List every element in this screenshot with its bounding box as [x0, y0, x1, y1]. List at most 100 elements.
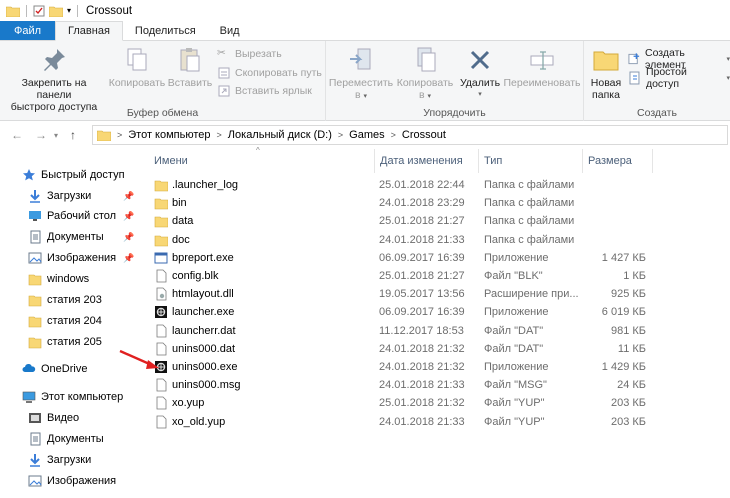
computer-icon [22, 391, 36, 403]
pin-icon[interactable]: 📌 [123, 211, 134, 222]
nav-item-statia-203[interactable]: статия 203 [28, 290, 102, 310]
forward-arrow-icon[interactable]: → [32, 128, 50, 142]
folder-icon [28, 337, 42, 349]
breadcrumb-games[interactable]: Games [349, 129, 384, 141]
nav-pc-documents[interactable]: Документы [28, 429, 104, 449]
table-row[interactable]: unins000.dat 24.01.2018 21:32 Файл "DAT" 11… [142, 340, 730, 358]
breadcrumb-drive[interactable]: Локальный диск (D:) [228, 129, 332, 141]
column-header-date[interactable]: Дата изменения [380, 149, 480, 173]
copy-path-button[interactable]: Скопировать путь [217, 66, 322, 80]
nav-pc-pictures[interactable]: Изображения [28, 471, 116, 491]
table-row[interactable]: launcherr.dat 11.12.2017 18:53 Файл "DAT" 9… [142, 322, 730, 340]
column-divider[interactable] [582, 149, 583, 173]
rename-icon [530, 51, 554, 70]
file-type: Файл "MSG" [484, 379, 547, 392]
breadcrumb-chevron-icon[interactable]: > [117, 130, 122, 140]
file-icon [156, 324, 167, 338]
folder-icon [154, 235, 168, 246]
tab-share[interactable]: Поделиться [123, 21, 208, 40]
column-divider[interactable] [652, 149, 653, 173]
table-row[interactable]: xo.yup 25.01.2018 21:32 Файл "YUP" 203 КБ [142, 394, 730, 412]
nav-quick-access[interactable]: Быстрый доступ [22, 165, 125, 185]
delete-button[interactable]: Удалить ▾ [458, 45, 502, 101]
tab-home[interactable]: Главная [55, 21, 123, 41]
file-name: bpreport.exe [172, 251, 234, 264]
nav-onedrive[interactable]: OneDrive [22, 359, 87, 379]
file-name: config.blk [172, 270, 219, 283]
breadcrumb-this-pc[interactable]: Этот компьютер [128, 129, 210, 141]
table-row[interactable]: data 25.01.2018 21:27 Папка с файлами [142, 212, 730, 230]
pin-icon[interactable]: 📌 [123, 191, 134, 202]
new-folder-icon[interactable] [49, 5, 63, 17]
copy-to-icon [417, 47, 436, 72]
nav-this-pc[interactable]: Этот компьютер [22, 387, 123, 407]
tab-view[interactable]: Вид [208, 21, 252, 40]
breadcrumb-crossout[interactable]: Crossout [402, 129, 446, 141]
breadcrumb-chevron-icon[interactable]: > [338, 130, 343, 140]
recent-dropdown-icon[interactable]: ▾ [50, 131, 62, 140]
file-icon [156, 378, 167, 392]
back-arrow-icon[interactable]: ← [8, 128, 26, 142]
breadcrumb-chevron-icon[interactable]: > [217, 130, 222, 140]
easy-access-button[interactable]: Простой доступ ▾ [628, 66, 730, 90]
file-size: 11 КБ [617, 342, 646, 355]
nav-pc-video[interactable]: Видео [28, 408, 79, 428]
tab-file[interactable]: Файл [0, 21, 56, 40]
table-row[interactable]: launcher.exe 06.09.2017 16:39 Приложение 6 … [142, 303, 730, 321]
nav-item-documents[interactable]: Документы [28, 227, 104, 247]
annotation-arrow-icon [119, 349, 159, 369]
qat-dropdown-icon[interactable]: ▾ [67, 6, 71, 15]
table-row[interactable]: .launcher_log 25.01.2018 22:44 Папка с фай… [142, 176, 730, 194]
file-date: 24.01.2018 21:33 [379, 379, 465, 392]
file-name: data [172, 215, 194, 228]
nav-pc-downloads[interactable]: Загрузки [28, 450, 91, 470]
properties-icon[interactable] [33, 5, 45, 17]
file-date: 25.01.2018 21:27 [379, 215, 465, 228]
table-row[interactable]: bpreport.exe 06.09.2017 16:39 Приложение 1 … [142, 249, 730, 267]
up-arrow-icon[interactable]: ↑ [64, 128, 82, 142]
column-header-type-label: Тип [484, 155, 503, 167]
new-folder-button[interactable]: Новая папка [586, 45, 626, 101]
pin-icon[interactable]: 📌 [123, 232, 134, 243]
paste-shortcut-button[interactable]: Вставить ярлык [217, 84, 312, 98]
exe-icon [154, 252, 168, 264]
table-row[interactable]: config.blk 25.01.2018 21:27 Файл "BLK" 1 КБ [142, 267, 730, 285]
column-header-name[interactable]: Имени [154, 149, 374, 173]
cut-button[interactable]: ✂ Вырезать [217, 47, 282, 61]
easy-access-label: Простой доступ [645, 66, 687, 90]
address-field[interactable]: > Этот компьютер > Локальный диск (D:) >… [92, 125, 728, 145]
move-to-label-line1: Переместить [328, 77, 394, 89]
column-header-type[interactable]: Тип [484, 149, 584, 173]
nav-item-windows[interactable]: windows [28, 269, 89, 289]
pin-to-quick-access-button[interactable]: Закрепить на панели быстрого доступа [4, 45, 104, 113]
table-row[interactable]: bin 24.01.2018 23:29 Папка с файлами [142, 194, 730, 212]
column-divider[interactable] [478, 149, 479, 173]
file-name: xo.yup [172, 397, 205, 410]
table-row[interactable]: unins000.exe 24.01.2018 21:32 Приложение 1 … [142, 358, 730, 376]
rename-button[interactable]: Переименовать [502, 45, 582, 89]
copy-to-button[interactable]: Копировать в ▾ [394, 45, 456, 103]
nav-item-pictures[interactable]: Изображения [28, 248, 116, 268]
nav-item-desktop[interactable]: Рабочий стол [28, 206, 116, 226]
pin-icon[interactable]: 📌 [123, 253, 134, 264]
new-item-icon [628, 53, 640, 65]
nav-item-statia-204[interactable]: статия 204 [28, 311, 102, 331]
move-to-button[interactable]: Переместить в ▾ [328, 45, 394, 103]
nav-item-downloads[interactable]: Загрузки [28, 186, 91, 206]
table-row[interactable]: xo_old.yup 24.01.2018 21:33 Файл "YUP" 203 … [142, 413, 730, 431]
nav-item-statia-205[interactable]: статия 205 [28, 332, 102, 352]
file-date: 24.01.2018 23:29 [379, 197, 465, 210]
column-header-size[interactable]: Размера [588, 149, 658, 173]
column-header-date-label: Дата изменения [380, 155, 463, 167]
breadcrumb-chevron-icon[interactable]: > [391, 130, 396, 140]
file-name: xo_old.yup [172, 415, 226, 428]
paste-button[interactable]: Вставить [166, 45, 214, 89]
table-row[interactable]: doc 24.01.2018 21:33 Папка с файлами [142, 231, 730, 249]
table-row[interactable]: unins000.msg 24.01.2018 21:33 Файл "MSG" 24… [142, 376, 730, 394]
column-divider[interactable] [374, 149, 375, 173]
copy-button[interactable]: Копировать [108, 45, 166, 89]
table-row[interactable]: htmlayout.dll 19.05.2017 13:56 Расширение … [142, 285, 730, 303]
file-name: bin [172, 197, 187, 210]
nav-item-label: Документы [47, 433, 104, 445]
desktop-icon [29, 211, 41, 221]
